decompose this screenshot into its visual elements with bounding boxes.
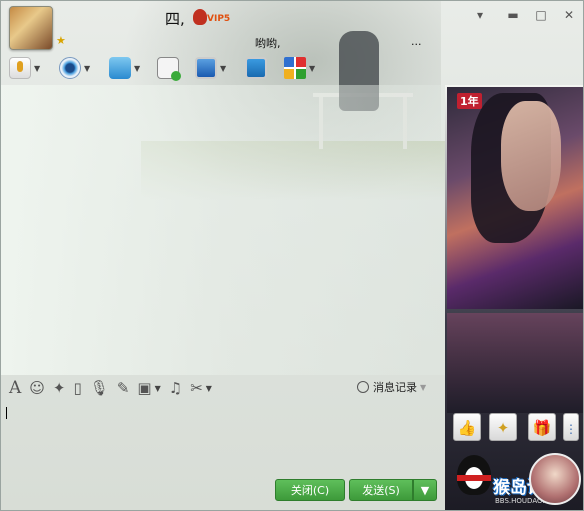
music-icon[interactable]: ♫ (169, 379, 182, 397)
qq-bird-icon (193, 9, 207, 25)
chevron-down-icon[interactable]: ▼ (84, 64, 90, 73)
chevron-down-icon[interactable]: ▼ (309, 64, 315, 73)
self-avatar[interactable] (529, 453, 581, 505)
photo-reflection (447, 313, 583, 413)
message-input[interactable] (1, 401, 445, 475)
screenshot-scissors-icon[interactable]: ✂ (190, 379, 203, 397)
chevron-down-icon[interactable]: ▼ (155, 384, 161, 393)
status-message: 哟哟, (255, 37, 281, 50)
voice-message-icon[interactable]: 🎙 (90, 379, 109, 397)
level-star-icon: ★ (56, 34, 66, 47)
close-window-button[interactable]: ✕ (561, 7, 577, 23)
like-button[interactable]: 👍 (453, 413, 481, 441)
chevron-down-icon[interactable]: ▼ (34, 64, 40, 73)
shake-window-icon[interactable]: ▯ (74, 379, 82, 397)
apps-grid-icon (284, 57, 306, 79)
send-file-button[interactable]: ▼ (109, 55, 140, 81)
send-options-button[interactable]: ▼ (413, 479, 437, 501)
chevron-down-icon[interactable]: ▼ (206, 384, 212, 393)
contact-nickname[interactable]: 四, (165, 8, 185, 29)
chevron-down-icon[interactable]: ▼ (134, 64, 140, 73)
contact-avatar[interactable] (9, 6, 53, 50)
message-history-button[interactable]: 消息记录 ▼ (357, 379, 426, 395)
share-screen-button[interactable] (245, 55, 267, 81)
penguin-scarf (457, 475, 491, 481)
chat-add-icon (157, 57, 181, 81)
more-options-button[interactable]: ⋮ (563, 413, 579, 441)
monitor-icon (195, 57, 217, 79)
video-call-button[interactable]: ▼ (59, 55, 90, 81)
magic-wand-icon[interactable]: ✦ (53, 379, 66, 397)
image-icon[interactable]: ▣ (137, 379, 151, 397)
clock-icon (357, 381, 369, 393)
magic-button[interactable]: ✦ (489, 413, 517, 441)
text-caret (6, 407, 7, 419)
minimize-button[interactable]: ▬ (505, 7, 521, 23)
vip-label: VIP5 (207, 14, 231, 24)
vertical-dots-icon: ⋮ (565, 422, 577, 436)
font-icon[interactable]: A (9, 378, 21, 398)
chat-window: ★ 四, VIP5 哟哟, ... ▾ ▬ □ ✕ ▼ ▼ ▼ ▼ ▼ A ☺ … (0, 0, 584, 511)
window-menu-button[interactable]: ▾ (472, 7, 488, 23)
maximize-button[interactable]: □ (533, 7, 549, 23)
camera-icon (59, 57, 81, 79)
microphone-icon (9, 57, 31, 79)
year-badge: 1年 (457, 93, 482, 109)
gift-icon: 🎁 (532, 419, 552, 437)
emoji-icon[interactable]: ☺ (29, 379, 45, 397)
send-button[interactable]: 发送(S) (349, 479, 413, 501)
magic-wand-icon: ✦ (496, 419, 510, 437)
vip-badge[interactable]: VIP5 (193, 7, 237, 29)
photo-face (501, 101, 561, 211)
thumbs-up-icon: 👍 (457, 419, 477, 437)
apps-button[interactable]: ▼ (284, 55, 315, 81)
chevron-down-icon[interactable]: ▼ (220, 64, 226, 73)
gift-button[interactable]: 🎁 (528, 413, 556, 441)
new-discussion-button[interactable] (157, 55, 181, 81)
chevron-down-icon: ▼ (420, 382, 427, 392)
doodle-icon[interactable]: ✎ (117, 379, 130, 397)
more-ellipsis[interactable]: ... (411, 35, 422, 48)
screen-share-icon (245, 57, 267, 79)
history-label: 消息记录 (373, 381, 417, 394)
message-history-area[interactable] (1, 85, 445, 375)
remote-assist-button[interactable]: ▼ (195, 55, 226, 81)
close-button[interactable]: 关闭(C) (275, 479, 345, 501)
folder-arrow-icon (109, 57, 131, 79)
voice-call-button[interactable]: ▼ (9, 55, 40, 81)
